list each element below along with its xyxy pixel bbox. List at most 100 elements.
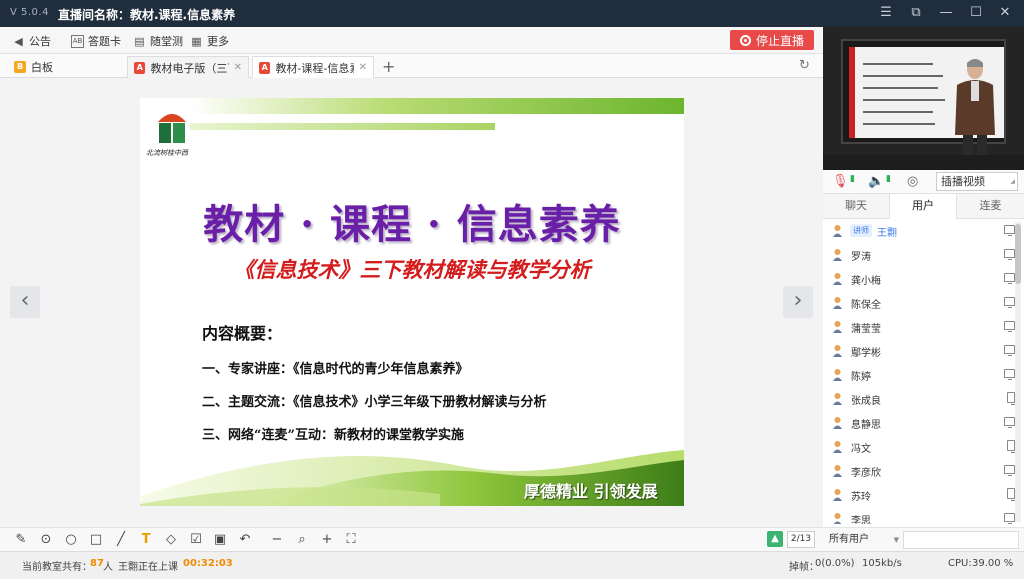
slide-motto: 厚德精业 引领发展 xyxy=(524,482,658,501)
user-search-input[interactable] xyxy=(903,531,1019,549)
user-name: 李思 xyxy=(851,516,871,524)
line-icon[interactable]: ╱ xyxy=(113,532,129,548)
user-row[interactable]: 李彦欣 xyxy=(823,459,1015,483)
user-row[interactable]: 冯文 xyxy=(823,435,1015,459)
user-row[interactable]: 陈保全 xyxy=(823,291,1015,315)
user-row[interactable]: 张成良 xyxy=(823,387,1015,411)
tab-chat[interactable]: 聊天 xyxy=(823,194,889,219)
user-row[interactable]: 息静思 xyxy=(823,411,1015,435)
menu-icon[interactable]: ☰ xyxy=(875,4,897,22)
next-page-button[interactable]: › xyxy=(783,286,813,318)
user-avatar-icon xyxy=(833,441,842,453)
close-tab-icon[interactable]: ✕ xyxy=(359,62,367,73)
toolbox-icon[interactable]: ▣ xyxy=(212,532,228,548)
overview-item: 三、网络“连麦”互动：新教材的课堂教学实施 xyxy=(202,428,464,443)
side-panel-tabs: 聊天 用户 连麦 xyxy=(823,194,1024,219)
desktop-icon xyxy=(1004,465,1015,476)
user-avatar-icon xyxy=(833,417,842,429)
desktop-icon xyxy=(1004,513,1015,524)
desktop-icon xyxy=(1004,417,1015,428)
minimize-icon[interactable]: — xyxy=(935,4,957,22)
desktop-icon xyxy=(1004,369,1015,380)
slide-main-title: 教材 · 课程 · 信息素养 xyxy=(203,201,621,248)
restore-icon[interactable]: ⧉ xyxy=(905,4,927,22)
online-count: 87 xyxy=(90,558,104,569)
more-button[interactable]: ▦ 更多 xyxy=(190,33,229,49)
user-avatar-icon xyxy=(833,345,842,357)
tab-users[interactable]: 用户 xyxy=(889,194,957,219)
user-name: 冯文 xyxy=(851,444,871,455)
tab-whiteboard[interactable]: B 白板 xyxy=(8,56,126,78)
camera-icon[interactable]: ◎ xyxy=(907,174,918,189)
user-avatar-icon xyxy=(833,321,842,333)
online-unit: 人 xyxy=(103,562,113,573)
user-avatar-icon xyxy=(833,297,842,309)
refresh-icon[interactable]: ↻ xyxy=(799,58,810,73)
user-row[interactable]: 陈婷 xyxy=(823,363,1015,387)
tab-textbook-pdf[interactable]: A 教材电子版（三下 ✕ xyxy=(127,56,249,78)
user-name: 息静思 xyxy=(851,420,881,431)
document-tabs: B 白板 A 教材电子版（三下 ✕ A 教材-课程-信息素养 ✕ + ↻ xyxy=(0,54,823,78)
tablet-icon xyxy=(1007,488,1015,501)
user-row[interactable]: 讲师 王翾 xyxy=(823,219,1015,243)
image-icon[interactable]: ▲ xyxy=(767,531,783,547)
user-row[interactable]: 罗涛 xyxy=(823,243,1015,267)
user-row[interactable]: 李思 xyxy=(823,507,1015,524)
speaker-icon[interactable]: 🔈 xyxy=(868,174,884,189)
version-label: V 5.0.4 xyxy=(10,7,49,18)
tablet-icon xyxy=(1007,440,1015,453)
quiz-button[interactable]: ▤ 随堂测 xyxy=(133,33,183,49)
eraser-icon[interactable]: ◇ xyxy=(163,532,179,548)
answer-card-icon: AB xyxy=(71,34,84,48)
maximize-icon[interactable]: ☐ xyxy=(965,4,987,22)
user-row[interactable]: 苏玲 xyxy=(823,483,1015,507)
camera-preview xyxy=(823,27,1024,170)
user-avatar-icon xyxy=(833,225,842,237)
video-source-select[interactable]: 插播视频 xyxy=(936,172,1018,191)
add-tab-icon[interactable]: + xyxy=(382,57,395,76)
overview-heading: 内容概要： xyxy=(202,324,283,343)
overview-item: 二、主题交流：《信息技术》小学三年级下册教材解读与分析 xyxy=(202,395,547,410)
tab-course-pdf[interactable]: A 教材-课程-信息素养 ✕ xyxy=(252,56,374,78)
close-icon[interactable]: ✕ xyxy=(994,4,1016,22)
user-filter-select[interactable]: 所有用户 xyxy=(829,531,901,549)
answer-card-button[interactable]: AB 答题卡 xyxy=(71,33,121,49)
user-name: 陈保全 xyxy=(851,300,881,311)
microphone-icon[interactable]: 🎙 xyxy=(832,174,849,189)
elapsed-time: 00:32:03 xyxy=(183,558,233,569)
stop-live-button[interactable]: 停止直播 xyxy=(730,30,814,50)
edit-box-icon[interactable]: ☑ xyxy=(188,532,204,548)
user-row[interactable]: 鄢学彬 xyxy=(823,339,1015,363)
undo-icon[interactable]: ↶ xyxy=(237,532,253,548)
logo-text: 北流树桂中西 xyxy=(146,149,188,157)
circle-icon[interactable]: ○ xyxy=(63,532,79,548)
tab-co-host[interactable]: 连麦 xyxy=(957,194,1024,219)
presenter-figure xyxy=(955,59,995,155)
laser-pointer-icon[interactable]: ⊙ xyxy=(38,532,54,548)
user-avatar-icon xyxy=(833,513,842,524)
close-tab-icon[interactable]: ✕ xyxy=(234,62,242,73)
volume-level-icon: ▮ xyxy=(886,174,891,184)
announcement-button[interactable]: ◀ 公告 xyxy=(12,33,51,49)
slide: 北流树桂中西 教材 · 课程 · 信息素养 《信息技术》三下教材解读与教学分析 … xyxy=(140,98,684,506)
school-logo xyxy=(158,114,186,143)
zoom-out-icon[interactable]: − xyxy=(269,532,285,548)
desktop-icon xyxy=(1004,321,1015,332)
user-name: 鄢学彬 xyxy=(851,348,881,359)
whiteboard-icon: B xyxy=(14,61,26,73)
text-icon[interactable]: T xyxy=(138,532,154,548)
user-list-scrollbar[interactable] xyxy=(1015,222,1021,522)
user-avatar-icon xyxy=(833,369,842,381)
zoom-in-icon[interactable]: + xyxy=(319,532,335,548)
pen-icon[interactable]: ✎ xyxy=(13,532,29,548)
prev-page-button[interactable]: ‹ xyxy=(10,286,40,318)
user-name: 陈婷 xyxy=(851,372,871,383)
user-row[interactable]: 龚小梅 xyxy=(823,267,1015,291)
rectangle-icon[interactable]: □ xyxy=(88,532,104,548)
user-avatar-icon xyxy=(833,465,842,477)
fullscreen-icon[interactable]: ⛶ xyxy=(343,532,359,548)
slide-header-bar xyxy=(190,98,684,114)
cpu-label: CPU: xyxy=(948,558,972,569)
user-row[interactable]: 蒲莹莹 xyxy=(823,315,1015,339)
search-icon[interactable]: ⌕ xyxy=(294,532,310,548)
